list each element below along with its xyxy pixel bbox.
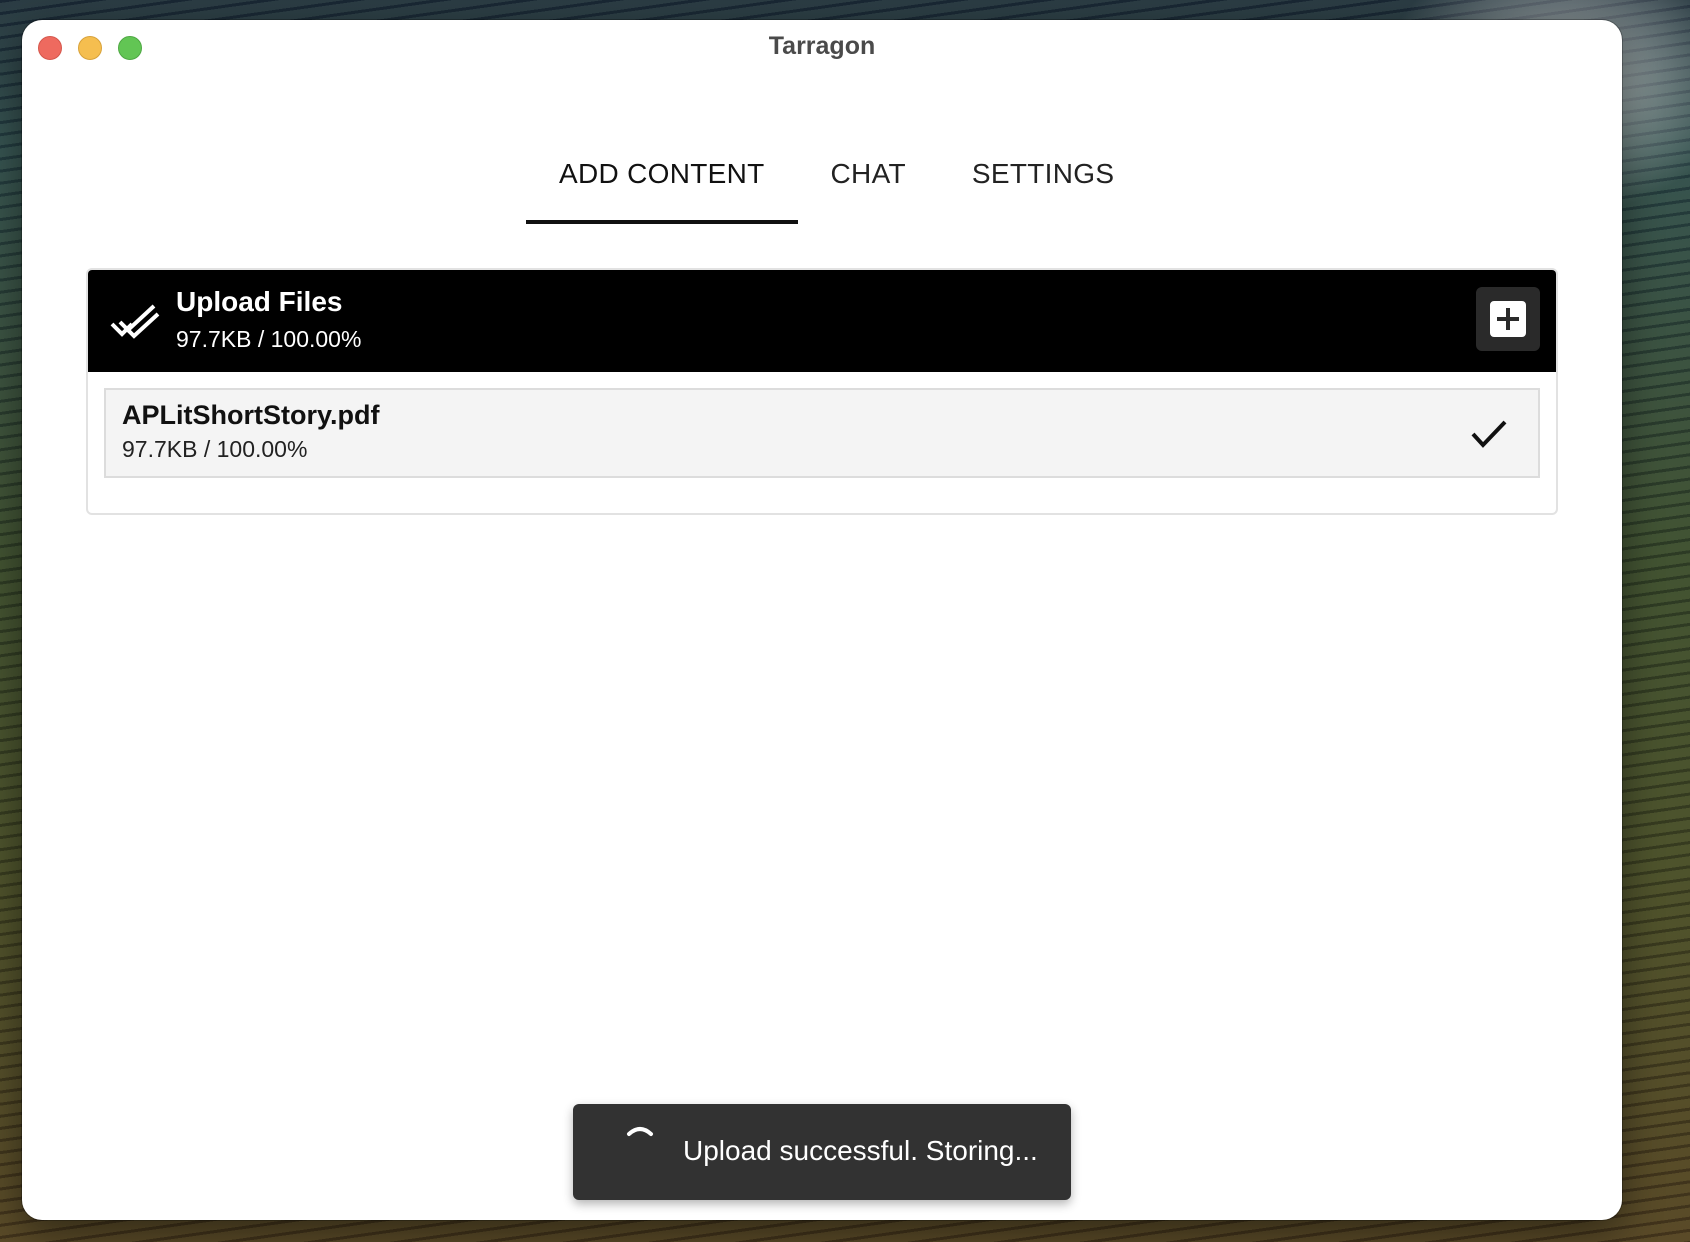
tab-chat[interactable]: CHAT: [798, 128, 939, 224]
add-files-button[interactable]: [1476, 287, 1540, 351]
toast-message: Upload successful. Storing...: [683, 1135, 1038, 1166]
tab-bar: ADD CONTENT CHAT SETTINGS: [526, 128, 1147, 224]
upload-total-status: 97.7KB / 100.00%: [176, 326, 362, 352]
app-window: Tarragon ADD CONTENT CHAT SETTINGS Uploa…: [22, 20, 1622, 1220]
tab-settings[interactable]: SETTINGS: [939, 128, 1147, 224]
tab-add-content[interactable]: ADD CONTENT: [526, 128, 798, 224]
spinner-icon: [627, 1127, 653, 1136]
title-bar: Tarragon: [22, 20, 1622, 76]
check-icon: [1471, 420, 1507, 448]
file-status: 97.7KB / 100.00%: [122, 436, 308, 462]
file-list-item: APLitShortStory.pdf 97.7KB / 100.00%: [104, 388, 1540, 478]
plus-icon: [1490, 301, 1526, 337]
window-title: Tarragon: [768, 32, 876, 60]
file-name: APLitShortStory.pdf: [122, 400, 380, 430]
upload-title: Upload Files: [176, 286, 343, 317]
snackbar-toast: Upload successful. Storing...: [573, 1104, 1071, 1200]
upload-panel: Upload Files 97.7KB / 100.00% APLitShort…: [86, 268, 1558, 515]
upload-header: Upload Files 97.7KB / 100.00%: [88, 270, 1556, 372]
done-all-icon: [110, 304, 160, 339]
